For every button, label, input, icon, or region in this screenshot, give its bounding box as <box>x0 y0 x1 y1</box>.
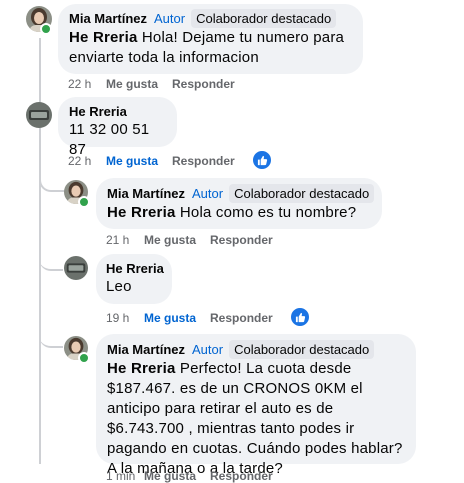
online-status-icon <box>78 352 90 364</box>
author-badge: Autor <box>154 11 186 26</box>
mention-link[interactable]: He Rreria <box>107 360 176 377</box>
timestamp[interactable]: 1 min <box>106 469 144 483</box>
timestamp[interactable]: 19 h <box>106 311 144 325</box>
avatar[interactable] <box>26 102 52 128</box>
comment-body: Leo <box>106 278 132 295</box>
timestamp[interactable]: 22 h <box>68 77 106 91</box>
avatar[interactable] <box>64 256 88 280</box>
mention-link[interactable]: He Rreria <box>107 204 176 221</box>
reply-button[interactable]: Responder <box>210 233 273 247</box>
comment-text: He Rreria Hola como es tu nombre? <box>107 203 371 223</box>
profile-photo <box>64 256 88 280</box>
comment-bubble: He Rreria Leo <box>96 254 172 304</box>
comment-actions: 22 h Me gusta Responder <box>68 77 235 91</box>
thread-connector <box>39 176 65 192</box>
comment-actions: 22 h Me gusta Responder <box>68 154 235 168</box>
comment-bubble: Mia Martínez Autor Colaborador destacado… <box>58 4 363 74</box>
top-contributor-badge: Colaborador destacado <box>191 9 337 28</box>
online-status-icon <box>78 196 90 208</box>
reply-button[interactable]: Responder <box>210 469 273 483</box>
author-name[interactable]: He Rreria <box>69 103 127 120</box>
thread-connector <box>39 332 63 348</box>
author-name[interactable]: Mia Martínez <box>107 185 185 202</box>
comment-actions: 1 min Me gusta Responder <box>106 469 273 483</box>
comment-body: Perfecto! La cuota desde $187.467. es de… <box>107 360 403 477</box>
reply-button[interactable]: Responder <box>172 77 235 91</box>
reply-button[interactable]: Responder <box>172 154 235 168</box>
like-button[interactable]: Me gusta <box>106 77 158 91</box>
comment-actions: 21 h Me gusta Responder <box>106 233 273 247</box>
comment-bubble: Mia Martínez Autor Colaborador destacado… <box>96 178 382 229</box>
like-icon[interactable] <box>252 150 272 170</box>
comment-body: Hola como es tu nombre? <box>179 204 357 221</box>
comment-actions: 19 h Me gusta Responder <box>106 311 273 325</box>
top-contributor-badge: Colaborador destacado <box>229 340 375 359</box>
timestamp[interactable]: 21 h <box>106 233 144 247</box>
like-icon[interactable] <box>290 307 310 327</box>
like-button[interactable]: Me gusta <box>144 311 196 325</box>
author-badge: Autor <box>192 186 224 201</box>
online-status-icon <box>40 23 52 35</box>
timestamp[interactable]: 22 h <box>68 154 106 168</box>
like-button[interactable]: Me gusta <box>144 469 196 483</box>
author-name[interactable]: Mia Martínez <box>107 341 185 358</box>
mention-link[interactable]: He Rreria <box>69 29 138 46</box>
author-name[interactable]: Mia Martínez <box>69 10 147 27</box>
thread-connector <box>39 255 63 271</box>
author-name[interactable]: He Rreria <box>106 260 164 277</box>
comment-text: He Rreria Hola! Dejame tu numero para en… <box>69 28 352 68</box>
like-button[interactable]: Me gusta <box>106 154 158 168</box>
comment-bubble: He Rreria 11 32 00 51 87 <box>58 97 177 158</box>
author-badge: Autor <box>192 342 224 357</box>
reply-button[interactable]: Responder <box>210 311 273 325</box>
profile-photo <box>26 102 52 128</box>
like-button[interactable]: Me gusta <box>144 233 196 247</box>
thread-line <box>39 124 41 464</box>
comment-bubble: Mia Martínez Autor Colaborador destacado… <box>96 334 416 477</box>
top-contributor-badge: Colaborador destacado <box>229 184 375 203</box>
comment-text: He Rreria Perfecto! La cuota desde $187.… <box>107 359 405 479</box>
